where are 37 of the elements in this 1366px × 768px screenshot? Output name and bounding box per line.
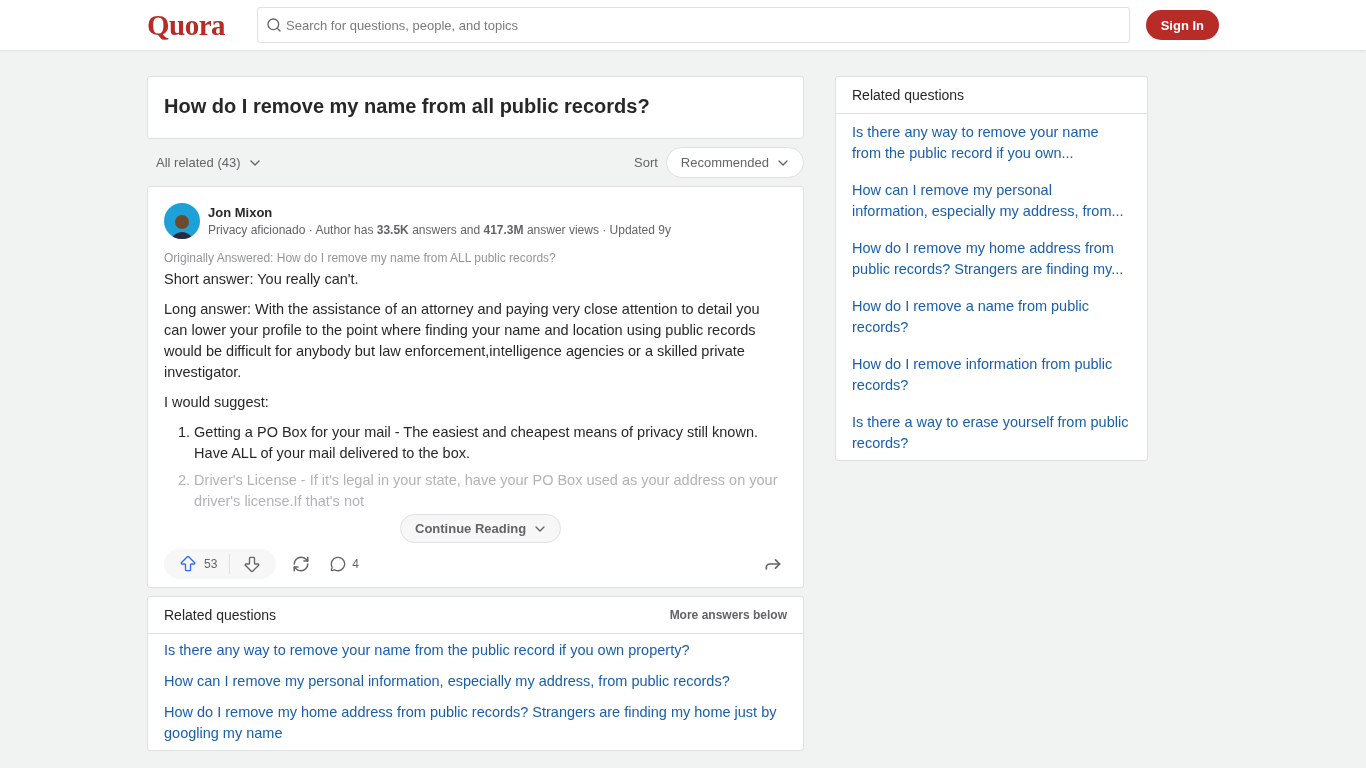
- related-question-link[interactable]: How do I remove my home address from public records? Strangers are finding my home just by googling my name: [164, 702, 787, 744]
- refresh-icon: [292, 555, 311, 573]
- author-meta: Privacy aficionado · Author has 33.5K answers and 417.3M answer views · Updated 9y: [208, 223, 671, 237]
- more-answers-note: More answers below: [669, 608, 787, 622]
- sign-in-button[interactable]: Sign In: [1145, 10, 1219, 40]
- related-title: Related questions: [852, 87, 965, 103]
- list-item-text: Getting a PO Box for your mail - The easiest and cheapest means of privacy still known. Have ALL of your mail delivered to the box.: [194, 423, 759, 463]
- search-icon: [266, 17, 283, 33]
- related-question-link[interactable]: How do I remove a name from public records?: [852, 296, 1131, 338]
- related-question-link[interactable]: How do I remove my home address from public records? Strangers are finding my...: [852, 238, 1131, 280]
- continue-reading-button[interactable]: Continue Reading: [400, 514, 562, 543]
- list-item-text: Driver's License - If it's legal in your state, have your PO Box used as your address on your driver's license.If that's not: [194, 471, 779, 511]
- all-related-dropdown[interactable]: All related (43): [156, 154, 263, 171]
- related-question-link[interactable]: How do I remove information from public records?: [852, 354, 1131, 396]
- related-question-link[interactable]: How can I remove my personal information, especially my address, from...: [852, 180, 1131, 222]
- search-field[interactable]: Search for questions, people, and topics: [257, 7, 1130, 43]
- comments-button[interactable]: 4: [326, 556, 364, 572]
- list-number: 2.: [178, 471, 191, 490]
- comment-icon: [330, 556, 347, 572]
- author-name[interactable]: Jon Mixon: [208, 205, 671, 220]
- related-question-link[interactable]: Is there any way to remove your name from the public record if you own...: [852, 122, 1131, 164]
- answer-paragraph: I would suggest:: [164, 393, 270, 412]
- related-question-link[interactable]: Is there any way to remove your name from the public record if you own property?: [164, 640, 787, 661]
- related-question-link[interactable]: Is there a way to erase yourself from public records?: [852, 412, 1131, 454]
- question-title: How do I remove my name from all public records?: [163, 94, 651, 119]
- related-title: Related questions: [164, 607, 277, 623]
- sort-dropdown[interactable]: Recommended: [665, 147, 804, 178]
- avatar[interactable]: [164, 203, 200, 239]
- list-number: 1.: [178, 423, 191, 442]
- quora-logo[interactable]: Quora: [147, 8, 226, 42]
- answer-paragraph: Long answer: With the assistance of an attorney and paying very close attention to detail you can lower your profile to the point where finding your name and location using public records would be difficult for anybody but law enforcement,intelligence agencies or a skilled private investigator.: [164, 300, 761, 382]
- related-question-link[interactable]: How can I remove my personal information, especially my address, from public records?: [164, 671, 787, 692]
- up-arrow-icon: [178, 554, 198, 574]
- upvote-button[interactable]: 53: [174, 554, 222, 574]
- answer-paragraph: Short answer: You really can't.: [164, 270, 360, 289]
- originally-answered: Originally Answered: How do I remove my name from ALL public records?: [164, 251, 557, 265]
- sort-label: Sort: [634, 155, 658, 170]
